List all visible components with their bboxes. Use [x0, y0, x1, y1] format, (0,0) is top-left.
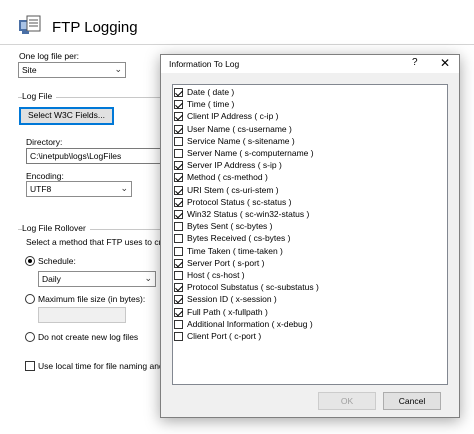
field-checkbox-checked[interactable]: [174, 112, 183, 122]
field-checkbox-unchecked[interactable]: [174, 271, 183, 280]
field-label: Date ( date ): [187, 87, 235, 97]
field-label: Bytes Received ( cs-bytes ): [187, 233, 291, 244]
schedule-radio[interactable]: [25, 256, 35, 266]
select-w3c-fields-button[interactable]: Select W3C Fields...: [19, 107, 114, 125]
schedule-label: Schedule:: [38, 256, 76, 266]
field-label: Server Name ( s-computername ): [187, 148, 314, 158]
field-label: Server Port ( s-port ): [187, 257, 265, 268]
encoding-value: UTF8: [30, 184, 52, 194]
field-label: Time ( time ): [187, 99, 235, 110]
field-label: Additional Information ( x-debug ): [187, 318, 313, 329]
directory-label: Directory:: [26, 137, 63, 147]
field-checkbox-checked[interactable]: [174, 124, 183, 134]
field-checkbox-checked[interactable]: [174, 197, 183, 207]
local-time-checkbox[interactable]: [25, 361, 35, 371]
no-new-files-label: Do not create new log files: [38, 332, 139, 342]
field-checkbox-unchecked[interactable]: [174, 136, 183, 146]
help-icon[interactable]: ?: [412, 57, 418, 68]
title-divider: [0, 44, 474, 45]
directory-input[interactable]: C:\inetpub\logs\LogFiles: [26, 148, 162, 164]
field-label: Server IP Address ( s-ip ): [187, 160, 282, 171]
field-label: Service Name ( s-sitename ): [187, 135, 295, 146]
field-checkbox-checked[interactable]: [174, 295, 183, 305]
field-checkbox-checked[interactable]: [174, 100, 183, 110]
chevron-down-icon: ⌄: [114, 64, 122, 74]
chevron-down-icon: ⌄: [144, 273, 152, 283]
rollover-group-title: Log File Rollover: [22, 223, 90, 233]
field-label: Protocol Substatus ( sc-substatus ): [187, 282, 319, 293]
field-label: Full Path ( x-fullpath ): [187, 306, 268, 317]
one-log-value: Site: [22, 65, 37, 75]
schedule-select[interactable]: Daily ⌄: [38, 271, 156, 287]
field-checkbox-checked[interactable]: [174, 173, 183, 183]
field-label: Win32 Status ( sc-win32-status ): [187, 209, 310, 219]
cancel-button[interactable]: Cancel: [383, 392, 441, 410]
field-checkbox-checked[interactable]: [174, 307, 183, 317]
field-label: Method ( cs-method ): [187, 172, 268, 183]
field-checkbox-checked[interactable]: [174, 185, 183, 195]
field-checkbox-unchecked[interactable]: [174, 222, 183, 232]
field-label: User Name ( cs-username ): [187, 123, 292, 134]
dialog-title: Information To Log: [169, 59, 240, 69]
fields-listbox[interactable]: Date ( date ) Time ( time ) Client IP Addr…: [172, 84, 448, 385]
field-checkbox-unchecked[interactable]: [174, 332, 183, 341]
no-new-files-radio[interactable]: [25, 332, 35, 342]
information-to-log-dialog: Information To Log ? ✕ Date ( date ) Time…: [160, 54, 460, 418]
dialog-titlebar: Information To Log ? ✕: [161, 55, 459, 73]
field-label: Time Taken ( time-taken ): [187, 245, 283, 256]
close-icon[interactable]: ✕: [440, 56, 450, 70]
encoding-select[interactable]: UTF8 ⌄: [26, 181, 132, 197]
ok-button[interactable]: OK: [318, 392, 376, 410]
field-label: Host ( cs-host ): [187, 270, 245, 280]
one-log-select[interactable]: Site ⌄: [18, 62, 126, 78]
one-log-label: One log file per:: [19, 51, 80, 61]
chevron-down-icon: ⌄: [120, 183, 128, 193]
field-checkbox-checked[interactable]: [174, 258, 183, 268]
field-label: Client Port ( c-port ): [187, 331, 262, 341]
field-checkbox-unchecked[interactable]: [174, 246, 183, 256]
field-label: Session ID ( x-session ): [187, 294, 277, 305]
page-title: FTP Logging: [52, 19, 138, 36]
max-size-radio[interactable]: [25, 294, 35, 304]
rollover-description: Select a method that FTP uses to creat: [26, 237, 174, 247]
ftp-logging-icon: [18, 14, 42, 36]
field-checkbox-unchecked[interactable]: [174, 149, 183, 158]
field-label: Protocol Status ( sc-status ): [187, 196, 292, 207]
encoding-label: Encoding:: [26, 171, 64, 181]
field-checkbox-checked[interactable]: [174, 161, 183, 171]
max-size-label: Maximum file size (in bytes):: [38, 294, 146, 304]
field-label: Client IP Address ( c-ip ): [187, 111, 279, 122]
field-label: Bytes Sent ( sc-bytes ): [187, 221, 273, 232]
field-checkbox-unchecked[interactable]: [174, 319, 183, 329]
local-time-label: Use local time for file naming and r: [38, 361, 169, 371]
field-checkbox-checked[interactable]: [174, 210, 183, 219]
field-checkbox-unchecked[interactable]: [174, 234, 183, 244]
field-checkbox-checked[interactable]: [174, 283, 183, 293]
field-checkbox-checked[interactable]: [174, 88, 183, 97]
max-size-input[interactable]: [38, 307, 126, 323]
log-file-group-title: Log File: [22, 91, 57, 101]
field-label: URI Stem ( cs-uri-stem ): [187, 184, 279, 195]
schedule-value: Daily: [42, 274, 61, 284]
